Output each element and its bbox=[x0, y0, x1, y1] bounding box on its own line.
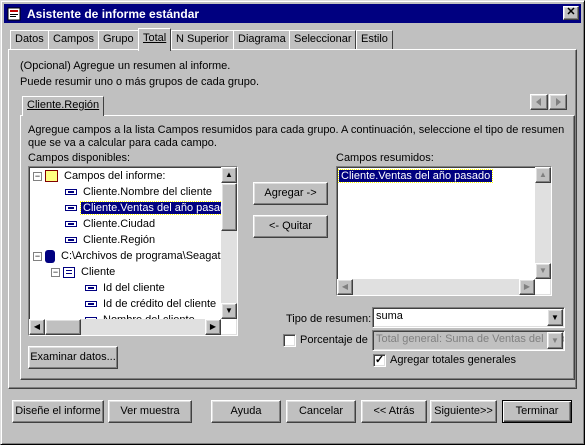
percentage-label: Porcentaje de bbox=[300, 334, 368, 346]
window-title: Asistente de informe estándar bbox=[27, 6, 200, 21]
collapse-icon[interactable]: − bbox=[33, 251, 42, 261]
tree-node-table-cliente[interactable]: − Cliente bbox=[51, 265, 117, 281]
tree-node-report-fields[interactable]: − Campos del informe: bbox=[33, 169, 168, 185]
field-icon bbox=[65, 237, 77, 244]
scroll-down-icon[interactable]: ▼ bbox=[221, 303, 237, 319]
scroll-right-icon[interactable]: ▶ bbox=[205, 319, 221, 335]
tab-total[interactable]: Total bbox=[138, 28, 172, 51]
scroll-left-icon[interactable]: ◀ bbox=[337, 279, 353, 295]
chevron-down-icon[interactable]: ▼ bbox=[547, 332, 563, 349]
tree-field-id-cliente[interactable]: Id del cliente bbox=[85, 281, 167, 297]
preview-button[interactable]: Ver muestra bbox=[108, 400, 192, 423]
field-icon bbox=[85, 285, 97, 292]
collapse-icon[interactable]: − bbox=[33, 171, 42, 181]
summarized-vertical-scrollbar[interactable]: ▲ ▼ bbox=[535, 167, 551, 279]
help-button[interactable]: Ayuda bbox=[211, 400, 281, 423]
tree-field-ciudad[interactable]: Cliente.Ciudad bbox=[65, 217, 157, 233]
next-button[interactable]: Siguiente>> bbox=[430, 400, 497, 423]
tree-vertical-scrollbar[interactable]: ▲ ▼ bbox=[221, 167, 237, 319]
scroll-up-icon[interactable]: ▲ bbox=[535, 167, 551, 183]
summarized-item-ventas-ano-pasado[interactable]: Cliente.Ventas del año pasado bbox=[337, 169, 494, 185]
design-report-button[interactable]: Diseñe el informe bbox=[12, 400, 104, 423]
tab-datos[interactable]: Datos bbox=[10, 30, 49, 50]
tree-field-nombre-cliente[interactable]: Cliente.Nombre del cliente bbox=[65, 185, 214, 201]
tree-field-id-credito[interactable]: Id de crédito del cliente bbox=[85, 297, 218, 313]
summary-type-select[interactable]: suma ▼ bbox=[372, 307, 565, 328]
back-button[interactable]: << Atrás bbox=[361, 400, 427, 423]
table-icon bbox=[63, 266, 75, 278]
field-icon bbox=[65, 221, 77, 228]
remove-button[interactable]: <- Quitar bbox=[253, 215, 328, 238]
scroll-thumb[interactable] bbox=[221, 183, 237, 231]
title-bar[interactable]: Asistente de informe estándar ✕ bbox=[4, 4, 581, 23]
scroll-up-icon[interactable]: ▲ bbox=[221, 167, 237, 183]
field-icon bbox=[85, 301, 97, 308]
cancel-button[interactable]: Cancelar bbox=[286, 400, 356, 423]
add-button[interactable]: Agregar -> bbox=[253, 182, 328, 205]
group-tab-cliente-region[interactable]: Cliente.Región bbox=[22, 96, 105, 116]
group-prev-button[interactable] bbox=[530, 94, 548, 110]
field-icon bbox=[65, 205, 77, 212]
intro-line-2: Puede resumir uno o más grupos de cada g… bbox=[20, 76, 260, 88]
summarized-horizontal-scrollbar[interactable]: ◀ ▶ bbox=[337, 279, 535, 295]
database-icon bbox=[45, 249, 55, 263]
tab-estilo[interactable]: Estilo bbox=[356, 30, 393, 50]
instructions-line-2: que se va a calcular para cada campo. bbox=[28, 137, 217, 149]
collapse-icon[interactable]: − bbox=[51, 267, 60, 277]
finish-button[interactable]: Terminar bbox=[502, 400, 572, 423]
chevron-down-icon[interactable]: ▼ bbox=[547, 309, 563, 326]
summarized-fields-list[interactable]: Cliente.Ventas del año pasado ▲ ▼ ◀ ▶ bbox=[336, 166, 552, 296]
tab-n-superior[interactable]: N Superior bbox=[171, 30, 234, 50]
scroll-thumb[interactable] bbox=[45, 319, 81, 335]
field-icon bbox=[65, 189, 77, 196]
tab-seleccionar[interactable]: Seleccionar bbox=[289, 30, 357, 50]
grand-totals-checkbox[interactable]: ✓ bbox=[373, 354, 386, 367]
tree-horizontal-scrollbar[interactable]: ◀ ▶ bbox=[29, 319, 221, 335]
scroll-left-icon[interactable]: ◀ bbox=[29, 319, 45, 335]
tree-field-ventas-ano-pasado[interactable]: Cliente.Ventas del año pasado bbox=[65, 201, 236, 217]
browse-data-button[interactable]: Examinar datos... bbox=[28, 346, 118, 369]
tab-diagrama[interactable]: Diagrama bbox=[233, 30, 291, 50]
scroll-right-icon[interactable]: ▶ bbox=[519, 279, 535, 295]
close-icon[interactable]: ✕ bbox=[563, 6, 579, 20]
available-fields-tree[interactable]: − Campos del informe: Cliente.Nombre del … bbox=[28, 166, 238, 336]
grand-totals-label: Agregar totales generales bbox=[390, 354, 516, 366]
report-app-icon bbox=[7, 7, 21, 20]
summary-type-label: Tipo de resumen: bbox=[286, 313, 372, 325]
tab-campos[interactable]: Campos bbox=[48, 30, 99, 50]
report-icon bbox=[45, 170, 58, 183]
percentage-select[interactable]: Total general: Suma de Ventas del año pa… bbox=[372, 330, 565, 351]
tab-grupo[interactable]: Grupo bbox=[98, 30, 139, 50]
arrow-left-icon bbox=[536, 98, 541, 106]
summarized-fields-label: Campos resumidos: bbox=[336, 152, 434, 164]
group-next-button[interactable] bbox=[549, 94, 567, 110]
instructions-line-1: Agregue campos a la lista Campos resumid… bbox=[28, 124, 565, 136]
tree-field-region[interactable]: Cliente.Región bbox=[65, 233, 157, 249]
intro-line-1: (Opcional) Agregue un resumen al informe… bbox=[20, 60, 231, 72]
percentage-checkbox[interactable] bbox=[283, 334, 296, 347]
scroll-down-icon[interactable]: ▼ bbox=[535, 263, 551, 279]
arrow-right-icon bbox=[556, 98, 561, 106]
available-fields-label: Campos disponibles: bbox=[28, 152, 131, 164]
tree-node-database[interactable]: − C:\Archivos de programa\Seagate bbox=[33, 249, 229, 265]
